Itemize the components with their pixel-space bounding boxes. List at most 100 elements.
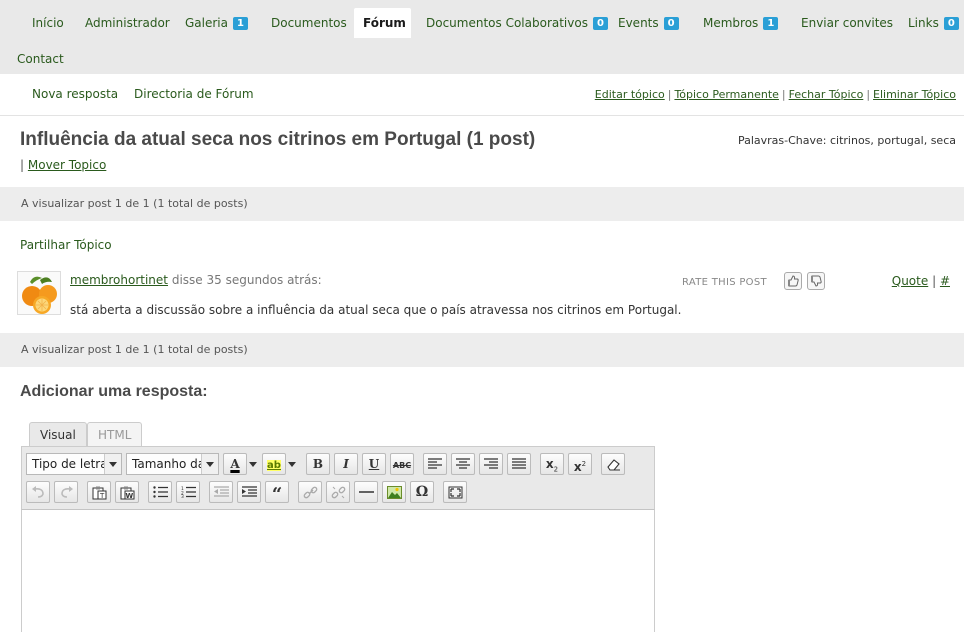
separator: | [667,88,672,101]
nav-item-label: Enviar convites [801,16,894,30]
italic-icon[interactable]: I [334,453,358,475]
redo-icon[interactable] [54,481,78,503]
tags-value: citrinos, portugal, seca [829,134,956,147]
nav-item-documentos-colaborativos[interactable]: Documentos Colaborativos 0 [417,8,617,38]
nav-item-label: Início [32,16,64,30]
topic-title: Influência da atual seca nos citrinos em… [20,129,536,150]
nav-item-label: Documentos [271,16,347,30]
nav-item-label: Membros [703,16,759,30]
nav-item-label: Administrador [85,16,170,30]
pagination-info-top: A visualizar post 1 de 1 (1 total de pos… [0,187,964,221]
horizontal-rule-icon[interactable] [354,481,378,503]
svg-text:W: W [126,492,134,500]
numbered-list-icon[interactable]: 123 [176,481,200,503]
undo-icon[interactable] [26,481,50,503]
image-icon[interactable] [382,481,406,503]
topic-tags: Palavras-Chave: citrinos, portugal, seca [738,134,956,147]
underline-icon[interactable]: U [362,453,386,475]
forum-subnav: Nova resposta Directoria de Fórum Editar… [0,74,964,116]
paste-text-icon[interactable]: T [87,481,111,503]
chevron-down-icon [201,454,218,474]
bold-icon[interactable]: B [306,453,330,475]
nav-item-label: Contact [17,52,64,66]
separator: | [866,88,871,101]
svg-text:3: 3 [181,494,184,498]
close-topic-link[interactable]: Fechar Tópico [789,88,864,101]
forecolor-icon[interactable]: A [223,453,247,475]
subscript-icon[interactable]: x2 [540,453,564,475]
align-left-icon[interactable] [423,453,447,475]
font-family-select[interactable]: Tipo de letra [26,453,122,475]
add-reply-heading: Adicionar uma resposta: [20,383,208,400]
font-family-value: Tipo de letra [32,457,108,471]
nav-item-label: Galeria [185,16,228,30]
count-badge: 1 [233,17,248,30]
chevron-down-icon[interactable] [286,453,298,475]
unlink-icon[interactable] [326,481,350,503]
avatar[interactable] [17,271,61,315]
highlight-icon[interactable]: ab [262,453,286,475]
pagination-text: A visualizar post 1 de 1 (1 total de pos… [21,343,248,356]
font-size-select[interactable]: Tamanho da letra [126,453,219,475]
justify-icon[interactable] [507,453,531,475]
tab-visual[interactable]: Visual [29,422,87,448]
fullscreen-icon[interactable] [443,481,467,503]
pagination-info-bottom: A visualizar post 1 de 1 (1 total de pos… [0,333,964,367]
eraser-icon[interactable] [601,453,625,475]
thumbs-up-icon[interactable] [784,272,802,290]
outdent-icon[interactable] [209,481,233,503]
nav-item-label: Fórum [363,16,406,30]
permalink-link[interactable]: # [940,274,950,288]
share-topic-link[interactable]: Partilhar Tópico [20,238,112,252]
separator: | [781,88,786,101]
separator: | [932,274,937,288]
move-topic-link[interactable]: Mover Topico [28,158,106,172]
editor-toolbar: Tipo de letra Tamanho da letra A ab B I … [21,446,655,510]
indent-icon[interactable] [237,481,261,503]
nav-item-forum[interactable]: Fórum [354,8,411,38]
paste-word-icon[interactable]: W [115,481,139,503]
blockquote-icon[interactable]: “ [265,481,289,503]
nav-item-label: Events [618,16,659,30]
tab-html[interactable]: HTML [87,422,143,448]
oranges-avatar-image [18,272,60,314]
delete-topic-link[interactable]: Eliminar Tópico [873,88,956,101]
nav-item-enviar-convites[interactable]: Enviar convites [792,8,902,38]
rate-this-post-label: RATE THIS POST [682,277,767,288]
post-body: stá aberta a discussão sobre a influênci… [70,303,682,317]
nav-item-contact[interactable]: Contact [8,44,73,74]
tags-label: Palavras-Chave: [737,134,827,147]
chevron-down-icon [104,454,121,474]
thumbs-down-icon[interactable] [807,272,825,290]
nav-item-membros[interactable]: Membros 1 [694,8,787,38]
post-author-link[interactable]: membrohortinet [70,273,168,287]
forum-directory-link[interactable]: Directoria de Fórum [134,87,254,101]
sticky-topic-link[interactable]: Tópico Permanente [674,88,778,101]
reply-text-area[interactable] [21,510,655,632]
nav-item-label: Documentos Colaborativos [426,16,588,30]
align-center-icon[interactable] [451,453,475,475]
topic-admin-links: Editar tópico | Tópico Permanente | Fechar T… [595,88,956,101]
align-right-icon[interactable] [479,453,503,475]
separator: | [20,158,25,172]
special-char-icon[interactable]: Ω [410,481,434,503]
nav-item-inicio[interactable]: Início [23,8,73,38]
nav-item-events[interactable]: Events 0 [609,8,688,38]
bullet-list-icon[interactable] [148,481,172,503]
quote-link[interactable]: Quote [892,274,928,288]
post-meta: membrohortinet disse 35 segundos atrás: [70,273,322,287]
pagination-text: A visualizar post 1 de 1 (1 total de pos… [21,197,248,210]
nav-item-administrador[interactable]: Administrador [76,8,179,38]
new-reply-link[interactable]: Nova resposta [32,87,118,101]
nav-item-label: Links [908,16,939,30]
superscript-icon[interactable]: x2 [568,453,592,475]
post-actions: Quote | # [892,274,950,288]
nav-item-galeria[interactable]: Galeria 1 [176,8,257,38]
edit-topic-link[interactable]: Editar tópico [595,88,665,101]
count-badge: 0 [943,17,959,30]
nav-item-documentos[interactable]: Documentos [262,8,356,38]
nav-item-links[interactable]: Links 0 [899,8,964,38]
strikethrough-icon[interactable]: ABC [390,453,414,475]
chevron-down-icon[interactable] [247,453,259,475]
link-icon[interactable] [298,481,322,503]
